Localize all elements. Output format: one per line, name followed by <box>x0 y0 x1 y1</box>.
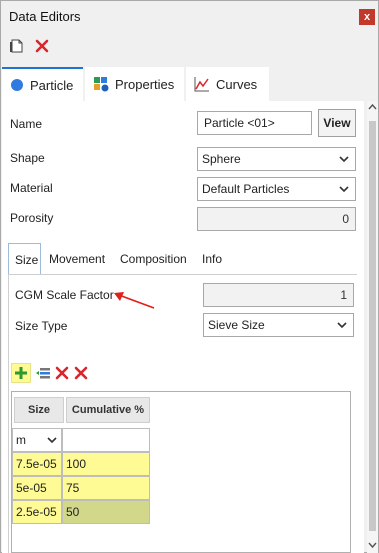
tab-properties-label: Properties <box>115 76 175 92</box>
editor-toolbar <box>1 34 378 60</box>
chevron-down-icon <box>337 322 347 329</box>
name-label: Name <box>10 117 43 131</box>
window-title: Data Editors <box>9 9 81 24</box>
subtab-composition[interactable]: Composition <box>114 243 193 275</box>
tab-curves-label: Curves <box>216 76 258 92</box>
scroll-down-arrow-icon[interactable] <box>368 541 377 549</box>
unit-dropdown[interactable]: m <box>12 428 62 452</box>
unit-value: m <box>16 433 26 447</box>
subtab-size-label: Size <box>15 253 39 267</box>
cgm-scale-factor-field[interactable]: 1 <box>203 283 354 307</box>
title-bar: Data Editors x <box>1 1 378 32</box>
tab-particle[interactable]: Particle <box>2 67 83 101</box>
view-button[interactable]: View <box>318 109 356 137</box>
subtab-size[interactable]: Size <box>8 243 41 275</box>
tab-particle-label: Particle <box>30 77 74 93</box>
unit-blank-cell <box>62 428 150 452</box>
editor-tab-strip: Particle Properties Curves <box>1 67 271 101</box>
chevron-down-icon <box>339 156 349 163</box>
shape-value: Sphere <box>202 152 241 166</box>
delete-icon[interactable] <box>34 38 50 54</box>
size-type-dropdown[interactable]: Sieve Size <box>203 313 354 337</box>
table-row-cumulative-cell[interactable]: 100 <box>62 452 150 476</box>
delete-all-rows-icon[interactable] <box>73 365 89 381</box>
annotation-arrow-icon <box>114 292 155 309</box>
tab-properties[interactable]: Properties <box>85 67 184 101</box>
table-row-cumulative-cell-selected[interactable]: 50 <box>62 500 150 524</box>
size-distribution-grid: Size Cumulative % m 7.5e-05 100 5e-05 75… <box>11 391 351 553</box>
material-dropdown[interactable]: Default Particles <box>197 177 356 201</box>
close-button[interactable]: x <box>359 9 375 25</box>
tab-curves[interactable]: Curves <box>186 67 269 101</box>
chevron-down-icon <box>339 186 349 193</box>
new-document-icon[interactable] <box>9 38 25 54</box>
size-type-label: Size Type <box>15 319 68 333</box>
subtab-info-label: Info <box>202 252 223 266</box>
material-value: Default Particles <box>202 182 290 196</box>
subtab-movement-label: Movement <box>49 252 106 266</box>
size-type-value: Sieve Size <box>208 318 265 332</box>
vertical-scrollbar[interactable] <box>367 101 378 553</box>
table-row-size-cell[interactable]: 7.5e-05 <box>12 452 62 476</box>
data-editors-window: Data Editors x Particle Properties Curve… <box>0 0 379 553</box>
material-label: Material <box>10 181 53 195</box>
subtab-info[interactable]: Info <box>196 243 228 275</box>
porosity-field[interactable]: 0 <box>197 207 356 231</box>
cgm-scale-factor-label: CGM Scale Factor <box>15 288 114 302</box>
grid-header-cumulative[interactable]: Cumulative % <box>66 397 150 423</box>
name-field[interactable]: Particle <01> <box>197 111 312 135</box>
subtab-composition-label: Composition <box>120 252 187 266</box>
particle-subtab-strip: Size Movement Composition Info <box>8 243 234 275</box>
particle-circle-icon <box>11 79 23 91</box>
delete-row-icon[interactable] <box>54 365 70 381</box>
chevron-down-icon <box>47 437 57 444</box>
table-row-size-cell[interactable]: 2.5e-05 <box>12 500 62 524</box>
grid-header-size[interactable]: Size <box>14 397 64 423</box>
scroll-up-arrow-icon[interactable] <box>368 103 377 111</box>
shape-dropdown[interactable]: Sphere <box>197 147 356 171</box>
insert-row-icon[interactable] <box>35 365 51 381</box>
shape-label: Shape <box>10 151 45 165</box>
add-row-icon <box>15 367 27 379</box>
close-icon: x <box>363 11 371 23</box>
properties-grid-icon <box>94 77 109 92</box>
table-row-cumulative-cell[interactable]: 75 <box>62 476 150 500</box>
porosity-label: Porosity <box>10 211 54 225</box>
curves-chart-icon <box>194 77 209 92</box>
subtab-movement[interactable]: Movement <box>43 243 111 275</box>
scrollbar-thumb[interactable] <box>369 121 376 531</box>
table-row-size-cell[interactable]: 5e-05 <box>12 476 62 500</box>
add-row-button[interactable] <box>11 363 31 383</box>
